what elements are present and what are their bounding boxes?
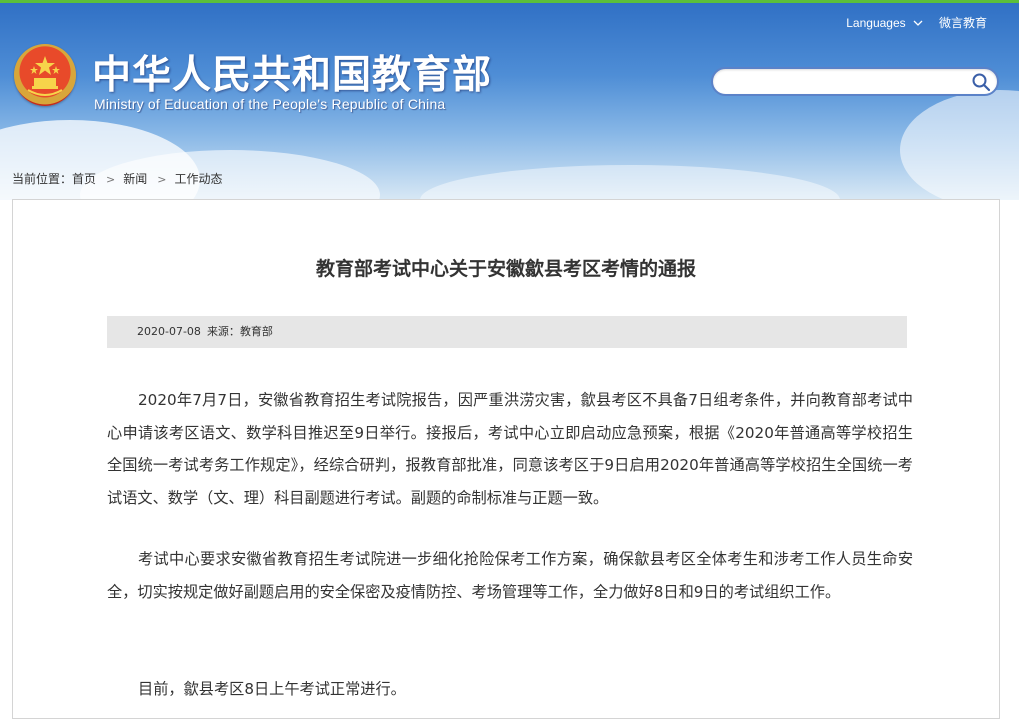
national-emblem-icon[interactable] — [14, 44, 76, 106]
article-source: 教育部 — [239, 325, 273, 338]
search-input[interactable] — [725, 69, 969, 95]
site-header: 中华人民共和国教育部 Ministry of Education of the … — [0, 0, 1019, 200]
article-paragraph: 2020年7月7日，安徽省教育招生考试院报告，因严重洪涝灾害，歙县考区不具备7日… — [107, 391, 913, 507]
dandelion-decoration — [900, 90, 1019, 200]
languages-menu[interactable]: Languages — [846, 16, 923, 30]
site-title[interactable]: 中华人民共和国教育部 — [92, 44, 492, 100]
article-meta: 2020-07-08 来源：教育部 — [107, 316, 907, 348]
cloud-decoration — [420, 165, 840, 200]
top-links: Languages 微言教育 — [846, 14, 987, 31]
breadcrumb-home[interactable]: 首页 — [72, 172, 96, 186]
header-top-line — [0, 0, 1019, 3]
article-paragraph: 考试中心要求安徽省教育招生考试院进一步细化抢险保考工作方案，确保歙县考区全体考生… — [107, 550, 913, 601]
article-date: 2020-07-08 — [137, 325, 201, 338]
article-title: 教育部考试中心关于安徽歙县考区考情的通报 — [315, 258, 696, 280]
breadcrumb-separator: > — [106, 173, 116, 186]
article-paragraph: 目前，歙县考区8日上午考试正常进行。 — [138, 680, 406, 698]
search-icon[interactable] — [971, 72, 991, 92]
search-box — [711, 67, 999, 96]
chevron-down-icon — [913, 20, 923, 26]
breadcrumb: 当前位置：首页 > 新闻 > 工作动态 — [12, 170, 223, 187]
weibo-link[interactable]: 微言教育 — [939, 14, 987, 31]
article-source-label: 来源： — [206, 325, 240, 338]
article-container: 教育部考试中心关于安徽歙县考区考情的通报 2020-07-08 来源：教育部 20… — [12, 199, 1000, 719]
site-subtitle: Ministry of Education of the People's Re… — [94, 96, 446, 112]
breadcrumb-work-updates[interactable]: 工作动态 — [174, 172, 222, 186]
breadcrumb-news[interactable]: 新闻 — [123, 172, 147, 186]
languages-label: Languages — [846, 15, 906, 30]
breadcrumb-prefix: 当前位置： — [12, 172, 73, 186]
breadcrumb-separator: > — [157, 173, 167, 186]
